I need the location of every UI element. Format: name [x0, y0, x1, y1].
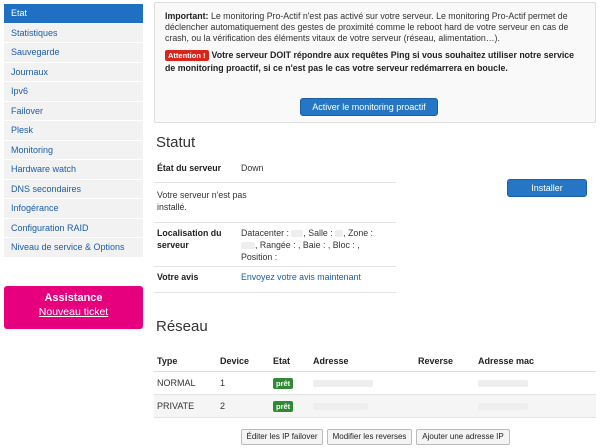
etat-value: Down [241, 163, 264, 173]
install-button[interactable]: Installer [507, 179, 587, 197]
loc-rangee: , Rangée : [255, 240, 296, 250]
row-address [310, 372, 415, 394]
status-badge: prêt [273, 401, 294, 412]
col-reverse: Reverse [418, 356, 454, 366]
status-row-location: Localisation du serveur Datacenter : , S… [154, 223, 396, 267]
sidebar-item-statistiques[interactable]: Statistiques [4, 23, 143, 43]
redacted [291, 230, 304, 238]
loc-salle: , Salle : [303, 228, 333, 238]
assistance-title: Assistance [44, 292, 103, 304]
redacted [335, 230, 344, 238]
new-ticket-link[interactable]: Nouveau ticket [39, 306, 108, 318]
loc-comma: , [357, 240, 360, 250]
important-text: Le monitoring Pro-Actif n'est pas activé… [165, 11, 569, 43]
sidebar-item-niveau-service[interactable]: Niveau de service & Options [4, 238, 143, 258]
loc-position: Position : [241, 252, 278, 262]
sidebar-item-configuration-raid[interactable]: Configuration RAID [4, 218, 143, 238]
assistance-box: Assistance Nouveau ticket [4, 286, 143, 329]
row-address [310, 395, 415, 417]
table-row: PRIVATE 2 prêt [154, 395, 596, 418]
alert-warning: Attention ! Votre serveur DOIT répondre a… [165, 49, 585, 74]
alert-important: Important: Le monitoring Pro-Actif n'est… [165, 11, 585, 44]
status-row-avis: Votre avis Envoyez votre avis maintenant [154, 267, 396, 293]
statut-table: État du serveur Down Votre serveur n'est… [154, 158, 396, 293]
statut-title: Statut [156, 134, 196, 151]
loc-zone: , Zone : [343, 228, 373, 238]
row-mac [475, 395, 596, 417]
edit-reverses-button[interactable]: Modifier les reverses [327, 429, 412, 445]
warning-text: Votre serveur DOIT répondre aux requêtes… [165, 50, 575, 73]
add-ip-button[interactable]: Ajouter une adresse IP [416, 429, 510, 445]
row-etat: prêt [270, 372, 310, 394]
col-device: Device [220, 356, 250, 366]
sidebar-item-plesk[interactable]: Plesk [4, 121, 143, 141]
avis-label: Votre avis [157, 272, 199, 282]
status-row-install: Votre serveur n'est pas installé. [154, 183, 396, 223]
row-device: 2 [220, 401, 226, 411]
sidebar-item-sauvegarde[interactable]: Sauvegarde [4, 43, 143, 63]
send-feedback-link[interactable]: Envoyez votre avis maintenant [241, 272, 361, 282]
monitoring-alert: Important: Le monitoring Pro-Actif n'est… [154, 2, 596, 123]
sidebar-item-hardware-watch[interactable]: Hardware watch [4, 160, 143, 180]
redacted [241, 242, 255, 250]
edit-failover-button[interactable]: Éditer les IP failover [241, 429, 323, 445]
status-row-etat: État du serveur Down [154, 158, 396, 183]
attention-badge: Attention ! [165, 50, 209, 61]
col-adresse-mac: Adresse mac [478, 356, 535, 366]
row-type: PRIVATE [157, 401, 195, 411]
status-badge: prêt [273, 378, 294, 389]
etat-label: État du serveur [157, 163, 222, 173]
row-type: NORMAL [157, 378, 196, 388]
sidebar-item-etat[interactable]: Etat [4, 4, 143, 24]
activate-monitoring-button[interactable]: Activer le monitoring proactif [300, 98, 438, 116]
sidebar-item-monitoring[interactable]: Monitoring [4, 140, 143, 160]
sidebar-item-dns-secondaires[interactable]: DNS secondaires [4, 179, 143, 199]
col-adresse: Adresse [313, 356, 349, 366]
col-type: Type [157, 356, 178, 366]
location-value: Datacenter : , Salle : , Zone : , Rangée… [238, 223, 396, 266]
loc-datacenter: Datacenter : [241, 228, 289, 238]
table-header: Type Device Etat Adresse Reverse Adresse… [154, 350, 596, 372]
row-mac [475, 372, 596, 394]
row-reverse [415, 372, 475, 394]
not-installed-text: Votre serveur n'est pas installé. [157, 190, 247, 212]
sidebar-item-journaux[interactable]: Journaux [4, 62, 143, 82]
sidebar-item-infogerance[interactable]: Infogérance [4, 199, 143, 219]
sidebar-item-failover[interactable]: Failover [4, 101, 143, 121]
loc-baie: , Baie : [298, 240, 326, 250]
row-device: 1 [220, 378, 226, 388]
sidebar-item-ipv6[interactable]: Ipv6 [4, 82, 143, 102]
row-reverse [415, 395, 475, 417]
sidebar: Etat Statistiques Sauvegarde Journaux Ip… [4, 4, 143, 258]
loc-bloc: , Bloc : [327, 240, 355, 250]
reseau-title: Réseau [156, 318, 208, 335]
row-etat: prêt [270, 395, 310, 417]
col-etat: Etat [273, 356, 291, 366]
important-label: Important: [165, 11, 209, 21]
table-row: NORMAL 1 prêt [154, 372, 596, 395]
location-label: Localisation du serveur [157, 228, 222, 250]
network-table: Type Device Etat Adresse Reverse Adresse… [154, 350, 596, 418]
